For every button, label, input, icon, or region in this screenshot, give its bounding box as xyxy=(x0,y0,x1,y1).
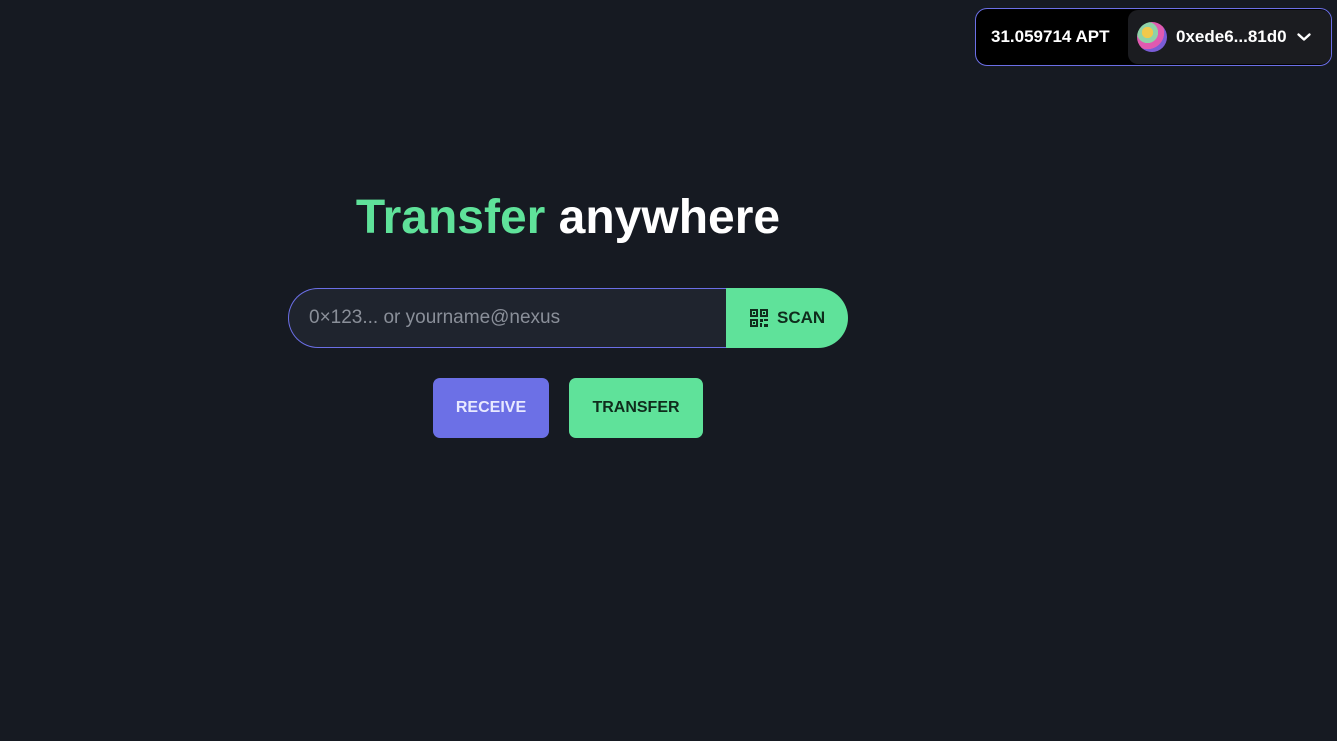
page-title-rest: anywhere xyxy=(558,191,781,244)
recipient-search: SCAN xyxy=(288,288,848,348)
page-title: Transfer anywhere xyxy=(288,186,848,250)
scan-label: SCAN xyxy=(777,308,826,327)
chevron-down-icon xyxy=(1296,29,1312,45)
avatar xyxy=(1137,22,1167,52)
wallet-widget: 31.059714 APT 0xede6...81d0 xyxy=(975,8,1332,66)
account-menu-button[interactable]: 0xede6...81d0 xyxy=(1128,10,1331,64)
qr-code-icon xyxy=(749,308,769,328)
receive-button[interactable]: RECEIVE xyxy=(433,378,549,438)
scan-button[interactable]: SCAN xyxy=(726,288,848,348)
wallet-address: 0xede6...81d0 xyxy=(1176,27,1287,46)
page: 31.059714 APT 0xede6...81d0 Transfer any… xyxy=(0,0,1337,741)
wallet-balance: 31.059714 APT xyxy=(991,27,1110,46)
recipient-input[interactable] xyxy=(288,288,726,348)
transfer-button[interactable]: TRANSFER xyxy=(569,378,703,438)
page-title-accent: Transfer xyxy=(355,191,546,244)
